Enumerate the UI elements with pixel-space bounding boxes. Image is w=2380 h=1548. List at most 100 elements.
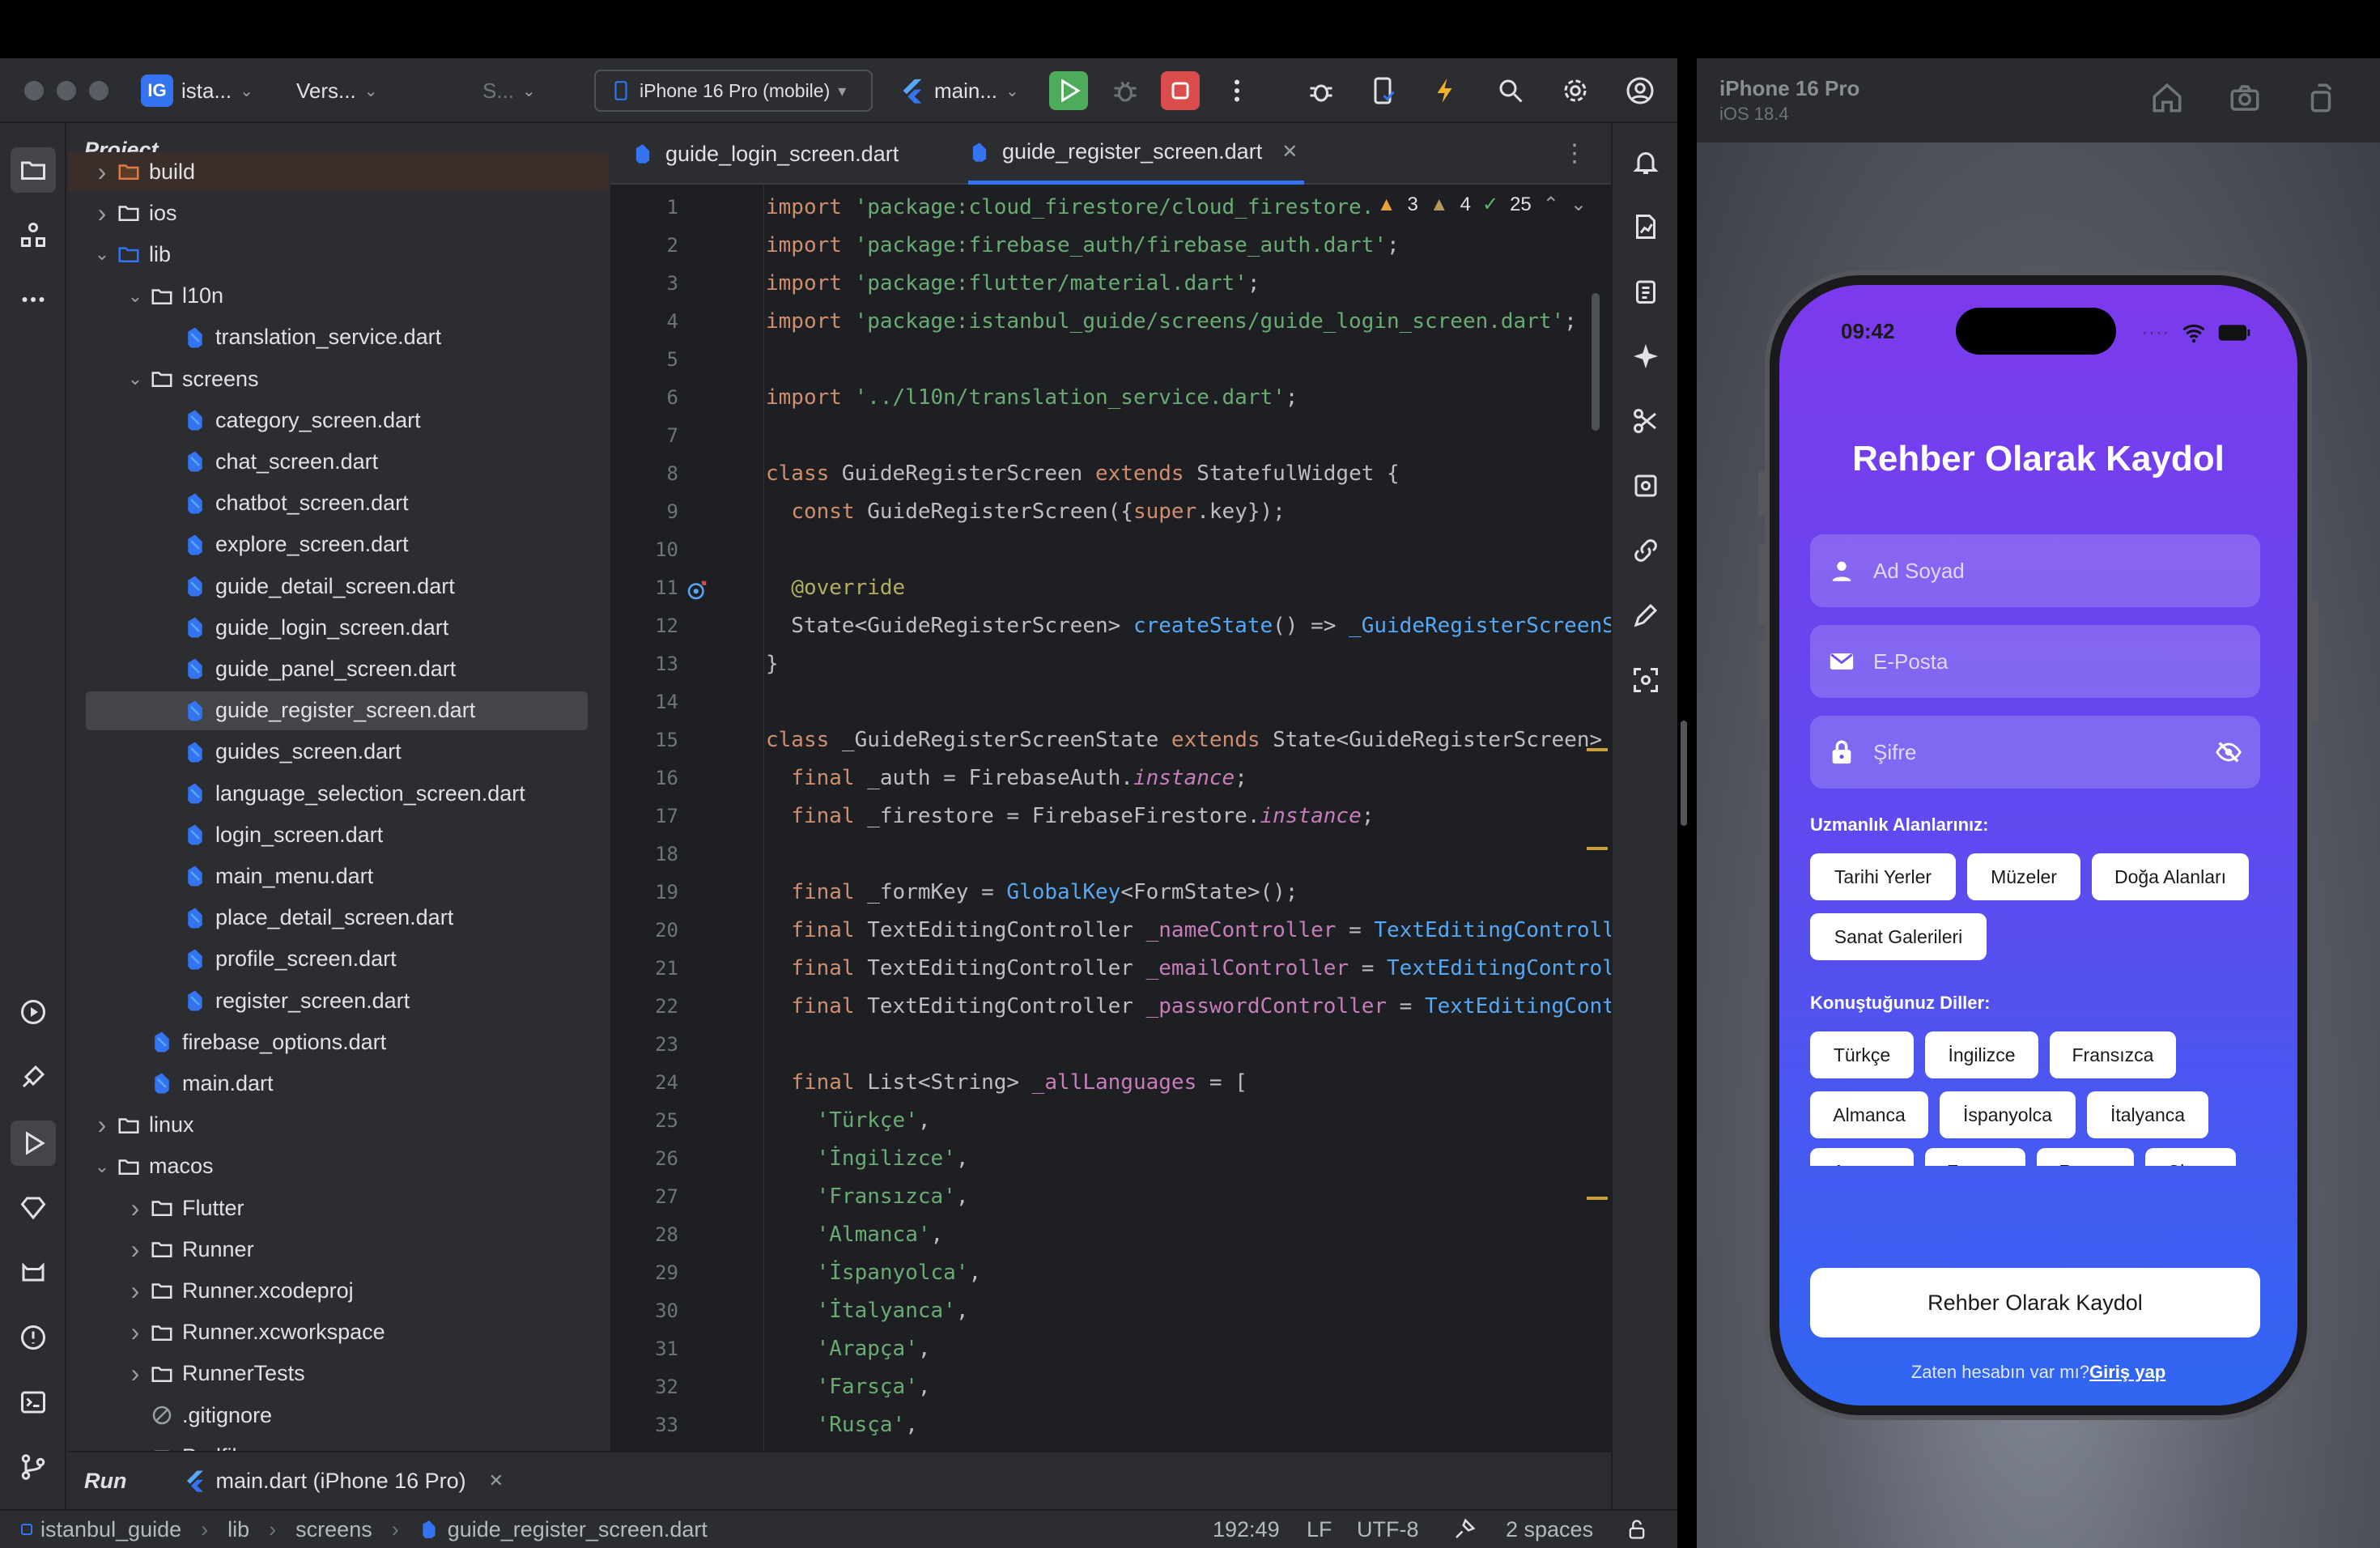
chip-language[interactable]: Arapça [1810, 1148, 1914, 1166]
run-button[interactable] [1049, 71, 1088, 110]
device-selector[interactable]: iPhone 16 Pro (mobile) ▾ [594, 70, 873, 112]
debug-button[interactable] [1106, 71, 1145, 110]
breadcrumb-item[interactable]: lib [227, 1517, 249, 1542]
hot-reload-button[interactable] [1426, 71, 1465, 110]
dart-analysis-button[interactable] [11, 1250, 56, 1295]
file-encoding[interactable]: UTF-8 [1357, 1517, 1419, 1542]
tree-item[interactable]: guide_register_screen.dart [86, 691, 588, 730]
override-marker-icon[interactable] [685, 578, 709, 602]
window-zoom-button[interactable] [89, 81, 108, 100]
chevron-down-icon[interactable]: ⌄ [1570, 193, 1587, 216]
tree-item[interactable]: translation_service.dart [68, 318, 609, 357]
chevron-right-icon[interactable]: › [124, 1276, 147, 1306]
problems-tool-button[interactable] [11, 1315, 56, 1360]
caret-position[interactable]: 192:49 [1213, 1517, 1280, 1542]
screen-capture-button[interactable] [1623, 657, 1668, 703]
project-tool-button[interactable] [11, 147, 56, 193]
line-separator[interactable]: LF [1307, 1517, 1332, 1542]
tree-item[interactable]: place_detail_screen.dart [68, 899, 609, 938]
account-button[interactable] [1621, 71, 1660, 110]
indent-setting[interactable]: 2 spaces [1506, 1517, 1593, 1542]
warning-stripe[interactable] [1587, 748, 1608, 751]
tree-item[interactable]: ⌄ screens [68, 359, 609, 398]
chevron-down-icon[interactable]: ⌄ [91, 244, 113, 265]
ai-assistant-button[interactable] [1623, 334, 1668, 379]
settings-button[interactable] [1556, 71, 1595, 110]
tree-item[interactable]: › Runner.xcworkspace [68, 1313, 609, 1352]
run-target-selector[interactable]: main... ⌄ [899, 70, 1019, 112]
chevron-right-icon[interactable]: › [91, 198, 113, 228]
inspection-widget[interactable]: ▲ 3 ▲ 4 ✓ 25 ⌃ ⌄ [1376, 193, 1587, 216]
chip-language[interactable]: İspanyolca [1940, 1091, 2076, 1138]
tree-item[interactable]: profile_screen.dart [68, 940, 609, 979]
notifications-button[interactable] [1623, 139, 1668, 185]
tree-item[interactable]: › build [68, 152, 609, 191]
warning-stripe[interactable] [1587, 1197, 1608, 1200]
tree-item[interactable]: category_screen.dart [68, 401, 609, 440]
code-area[interactable]: import 'package:cloud_firestore/cloud_fi… [766, 185, 1611, 1509]
tree-item[interactable]: chat_screen.dart [68, 442, 609, 481]
devtools-button[interactable] [11, 1185, 56, 1231]
login-link[interactable]: Giriş yap [2089, 1362, 2165, 1382]
close-icon[interactable]: ✕ [1281, 140, 1298, 164]
tree-item[interactable]: .gitignore [68, 1396, 609, 1435]
tree-item[interactable]: ⌄ l10n [68, 277, 609, 316]
chip-expertise[interactable]: Doğa Alanları [2092, 853, 2249, 900]
window-minimize-button[interactable] [57, 81, 76, 100]
tools-button[interactable] [1623, 398, 1668, 444]
chip-language[interactable]: Fransızca [2050, 1031, 2176, 1078]
chevron-right-icon[interactable]: › [91, 157, 113, 187]
chevron-right-icon[interactable]: › [124, 1317, 147, 1347]
chevron-down-icon[interactable]: ⌄ [124, 286, 147, 307]
chevron-up-icon[interactable]: ⌃ [1543, 193, 1559, 216]
edit-button[interactable] [1623, 593, 1668, 638]
tree-item[interactable]: › linux [68, 1106, 609, 1145]
tree-item[interactable]: › RunnerTests [68, 1354, 609, 1393]
breadcrumb-item[interactable]: screens [295, 1517, 372, 1542]
chip-language[interactable]: Farsça [1925, 1148, 2025, 1166]
lock-open-icon[interactable] [1626, 1518, 1648, 1541]
chip-language[interactable]: Rusça [2037, 1148, 2134, 1166]
chevron-down-icon[interactable]: ⌄ [124, 368, 147, 389]
close-icon[interactable]: ✕ [489, 1470, 504, 1491]
chip-language[interactable]: İngilizce [1925, 1031, 2038, 1078]
warning-stripe[interactable] [1587, 847, 1608, 850]
email-field[interactable]: E-Posta [1810, 625, 2260, 698]
git-tool-button[interactable] [11, 1444, 56, 1490]
chip-language[interactable]: Çince [2145, 1148, 2236, 1166]
vcs-widget[interactable]: Vers... ⌄ [296, 70, 377, 112]
tree-item[interactable]: › ios [68, 194, 609, 232]
chevron-right-icon[interactable]: › [124, 1359, 147, 1389]
link-button[interactable] [1623, 528, 1668, 573]
more-actions-button[interactable] [1218, 71, 1256, 110]
chevron-right-icon[interactable]: › [91, 1110, 113, 1140]
window-close-button[interactable] [24, 81, 44, 100]
chip-language[interactable]: İtalyanca [2087, 1091, 2208, 1138]
chip-expertise[interactable]: Müzeler [1967, 853, 2080, 900]
attach-debugger-button[interactable] [1302, 71, 1341, 110]
ai-status-icon[interactable] [1452, 1517, 1477, 1542]
rotate-icon[interactable] [2304, 81, 2338, 115]
chip-language[interactable]: Türkçe [1810, 1031, 1914, 1078]
name-field[interactable]: Ad Soyad [1810, 534, 2260, 607]
terminal-tool-button[interactable] [11, 1380, 56, 1425]
chevron-right-icon[interactable]: › [124, 1235, 147, 1265]
tree-item[interactable]: firebase_options.dart [68, 1023, 609, 1061]
tree-item[interactable]: ⌄ macos [68, 1147, 609, 1186]
more-tools-button[interactable] [11, 277, 56, 322]
layout-inspector-button[interactable] [1623, 463, 1668, 508]
tree-item[interactable]: main_menu.dart [68, 857, 609, 895]
tree-item[interactable]: › Runner.xcodeproj [68, 1271, 609, 1310]
tab-guide-register-screen[interactable]: guide_register_screen.dart ✕ [968, 123, 1305, 185]
tree-item[interactable]: login_screen.dart [68, 815, 609, 854]
eye-off-icon[interactable] [2215, 738, 2242, 766]
breadcrumb-item[interactable]: guide_register_screen.dart [448, 1517, 708, 1542]
run-config-hint[interactable]: S... ⌄ [482, 70, 536, 112]
tree-item[interactable]: guides_screen.dart [68, 733, 609, 772]
tab-guide-login-screen[interactable]: guide_login_screen.dart [631, 123, 899, 185]
stop-button[interactable] [1161, 71, 1200, 110]
tree-item[interactable]: explore_screen.dart [68, 525, 609, 564]
home-icon[interactable] [2150, 81, 2184, 115]
tabs-menu-icon[interactable]: ⋮ [1562, 139, 1587, 168]
services-tool-button[interactable] [11, 989, 56, 1035]
